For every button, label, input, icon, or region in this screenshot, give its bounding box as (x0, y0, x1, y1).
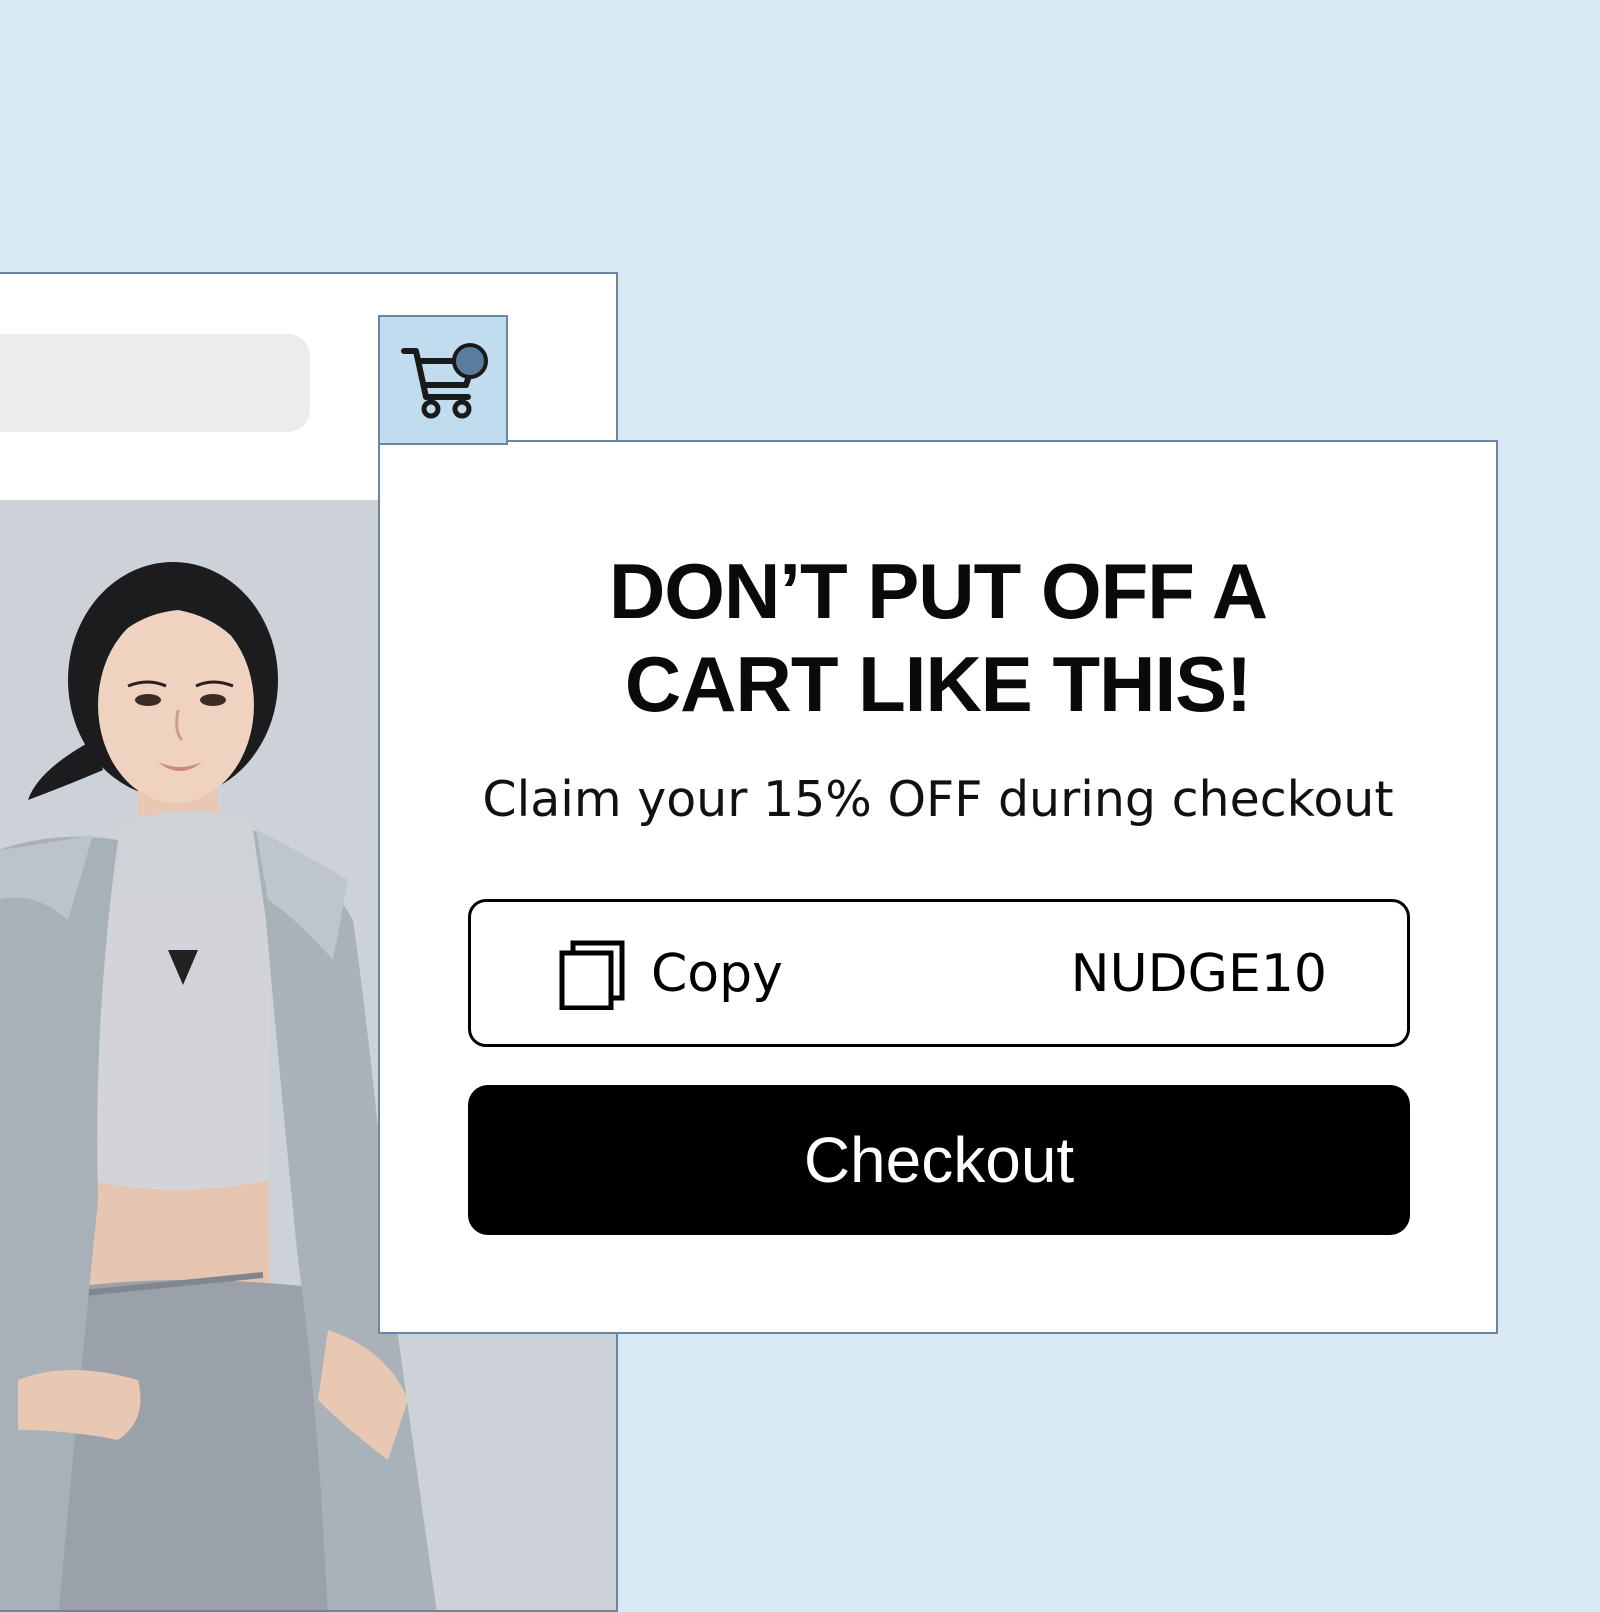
popup-subtitle: Claim your 15% OFF during checkout (482, 771, 1394, 828)
copy-label: Copy (651, 944, 783, 1004)
popup-title-line-2: CART LIKE THIS! (624, 640, 1252, 728)
popup-title-line-1: DON’T PUT OFF A (608, 547, 1268, 635)
copy-coupon-button[interactable]: Copy NUDGE10 (468, 899, 1410, 1047)
cart-button[interactable] (378, 315, 508, 445)
coupon-code: NUDGE10 (1070, 944, 1327, 1004)
cart-reminder-popup: DON’T PUT OFF A CART LIKE THIS! Claim yo… (378, 440, 1498, 1334)
popup-title: DON’T PUT OFF A CART LIKE THIS! (380, 545, 1496, 731)
shopping-cart-icon (401, 343, 488, 419)
cart-badge (452, 343, 488, 379)
search-bar[interactable] (0, 334, 310, 432)
copy-icon (559, 940, 625, 1010)
checkout-button[interactable]: Checkout (468, 1085, 1410, 1235)
